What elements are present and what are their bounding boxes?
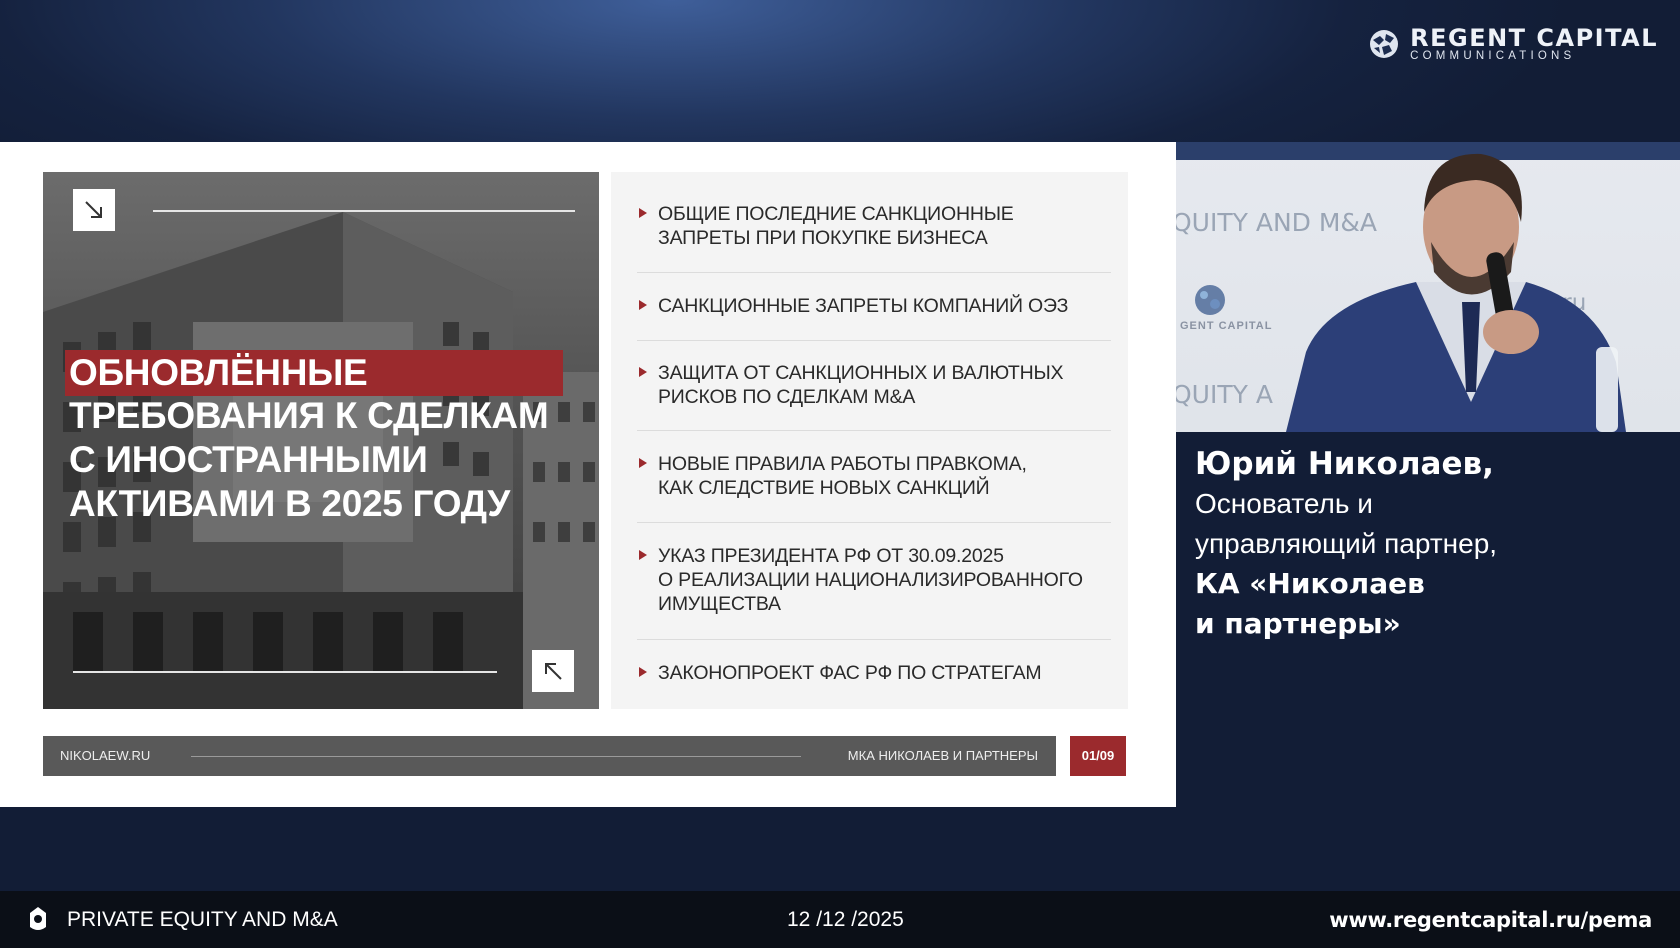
bullet-triangle-icon [639, 367, 647, 377]
agenda-text: КАК СЛЕДСТВИЕ НОВЫХ САНКЦИЙ [658, 477, 990, 499]
title-highlight: ОБНОВЛЁННЫЕ [65, 350, 563, 396]
speaker-organization: и партнеры» [1195, 607, 1401, 640]
event-name: PRIVATE EQUITY AND M&A [67, 908, 338, 931]
agenda-separator [637, 639, 1111, 640]
backdrop-globe-icon [1195, 285, 1225, 315]
agenda-text: ЗАПРЕТЫ ПРИ ПОКУПКЕ БИЗНЕСА [658, 227, 988, 249]
brand-logo: REGENT CAPITAL COMMUNICATIONS [1368, 26, 1658, 63]
agenda-separator [637, 340, 1111, 341]
brand-subtitle: COMMUNICATIONS [1410, 50, 1576, 62]
agenda-text: ЗАКОНОПРОЕКТ ФАС РФ ПО СТРАТЕГАМ [658, 662, 1042, 684]
building-photo: ОБНОВЛЁННЫЕ ТРЕБОВАНИЯ К СДЕЛКАМ С ИНОСТ… [43, 172, 599, 709]
slide-footer: NIKOLAEW.RU МКА НИКОЛАЕВ И ПАРТНЕРЫ [43, 736, 1056, 776]
arrow-down-right-icon [85, 201, 102, 218]
top-band [0, 0, 1680, 142]
speaker-role: Основатель и [1195, 488, 1373, 519]
footer-firm: МКА НИКОЛАЕВ И ПАРТНЕРЫ [847, 748, 1038, 763]
backdrop-logo-text: GENT CAPITAL [1180, 320, 1273, 332]
bullet-triangle-icon [639, 458, 647, 468]
speaker-figure [1286, 153, 1626, 432]
speaker-caption: Юрий Николаев, Основатель и управляющий … [1195, 444, 1665, 644]
slide-title: ОБНОВЛЁННЫЕ ТРЕБОВАНИЯ К СДЕЛКАМ С ИНОСТ… [65, 350, 569, 526]
agenda-text: РИСКОВ ПО СДЕЛКАМ M&A [658, 386, 916, 408]
brand-name: REGENT CAPITAL [1410, 24, 1658, 52]
footer-site: NIKOLAEW.RU [60, 748, 151, 763]
decorative-line-top [153, 210, 575, 212]
speaker-role: управляющий партнер, [1195, 528, 1498, 559]
page-number-badge: 01/09 [1070, 736, 1126, 776]
agenda-text: О РЕАЛИЗАЦИИ НАЦИОНАЛИЗИРОВАННОГО [658, 569, 1083, 591]
presentation-slide: ОБНОВЛЁННЫЕ ТРЕБОВАНИЯ К СДЕЛКАМ С ИНОСТ… [0, 142, 1176, 807]
agenda-text: НОВЫЕ ПРАВИЛА РАБОТЫ ПРАВКОМА, [658, 453, 1027, 475]
arrow-down-right-box [73, 189, 115, 231]
bullet-triangle-icon [639, 300, 647, 310]
agenda-separator [637, 522, 1111, 523]
title-line-1: ТРЕБОВАНИЯ К СДЕЛКАМ [69, 395, 549, 436]
arrow-up-left-icon [545, 663, 562, 680]
decorative-line-bottom [73, 671, 497, 673]
agenda-text: ИМУЩЕСТВА [658, 593, 781, 615]
agenda-text: ОБЩИЕ ПОСЛЕДНИЕ САНКЦИОННЫЕ [658, 203, 1014, 225]
backdrop-text: QUITY A [1176, 380, 1273, 409]
agenda-separator [637, 430, 1111, 431]
speaker-video: QUITY AND M&A QUITY A .ru GENT CAPITAL [1176, 142, 1680, 432]
agenda-text: ЗАЩИТА ОТ САНКЦИОННЫХ И ВАЛЮТНЫХ [658, 362, 1064, 384]
globe-logo-icon [1370, 30, 1399, 59]
speaker-name: Юрий Николаев, [1195, 446, 1494, 482]
agenda-item: УКАЗ ПРЕЗИДЕНТА РФ ОТ 30.09.2025 О РЕАЛИЗ… [639, 544, 1109, 616]
footer-line [191, 756, 801, 757]
agenda-item: НОВЫЕ ПРАВИЛА РАБОТЫ ПРАВКОМА, КАК СЛЕДСТ… [639, 452, 1109, 500]
agenda-text: САНКЦИОННЫЕ ЗАПРЕТЫ КОМПАНИЙ ОЭЗ [658, 295, 1069, 317]
agenda-panel: ОБЩИЕ ПОСЛЕДНИЕ САНКЦИОННЫЕ ЗАПРЕТЫ ПРИ П… [611, 172, 1128, 709]
event-date: 12 /12 /2025 [787, 908, 904, 931]
agenda-item: ОБЩИЕ ПОСЛЕДНИЕ САНКЦИОННЫЕ ЗАПРЕТЫ ПРИ П… [639, 202, 1109, 250]
title-line-3: АКТИВАМИ В 2025 ГОДУ [69, 483, 510, 524]
arrow-up-left-box [532, 650, 574, 692]
agenda-item: ЗАЩИТА ОТ САНКЦИОННЫХ И ВАЛЮТНЫХ РИСКОВ П… [639, 361, 1109, 409]
bullet-triangle-icon [639, 550, 647, 560]
agenda-item: ЗАКОНОПРОЕКТ ФАС РФ ПО СТРАТЕГАМ [639, 661, 1109, 685]
bullet-triangle-icon [639, 208, 647, 218]
speaker-organization: КА «Николаев [1195, 567, 1425, 600]
title-line-2: С ИНОСТРАННЫМИ [69, 439, 428, 480]
bullet-triangle-icon [639, 667, 647, 677]
agenda-item: САНКЦИОННЫЕ ЗАПРЕТЫ КОМПАНИЙ ОЭЗ [639, 294, 1109, 318]
event-url: www.regentcapital.ru/pema [1329, 908, 1652, 932]
event-emblem-icon [30, 907, 46, 930]
agenda-text: УКАЗ ПРЕЗИДЕНТА РФ ОТ 30.09.2025 [658, 545, 1004, 567]
agenda-separator [637, 272, 1111, 273]
bottom-bar: PRIVATE EQUITY AND M&A 12 /12 /2025 www.… [0, 891, 1680, 948]
